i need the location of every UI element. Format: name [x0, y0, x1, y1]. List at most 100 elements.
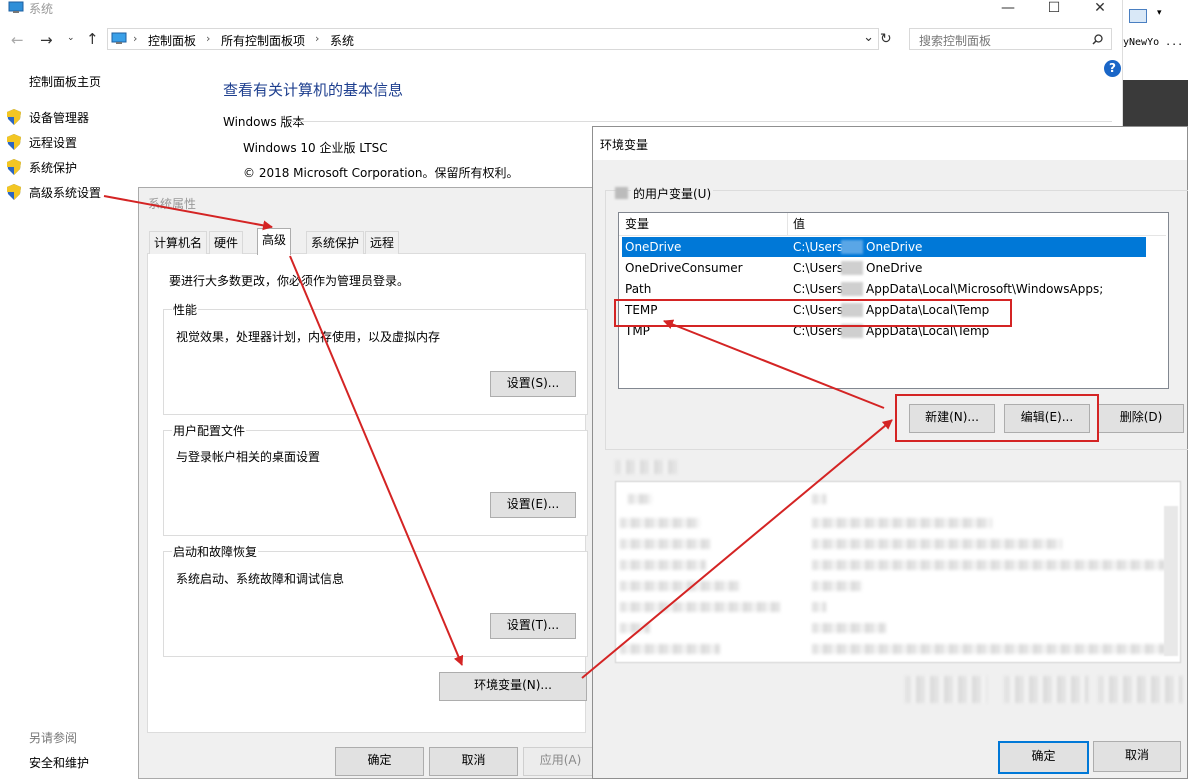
redacted-edit-system-variable-button[interactable]: [1004, 676, 1088, 703]
startup-recovery-settings-button[interactable]: 设置(T)...: [490, 613, 576, 639]
startup-recovery-desc: 系统启动、系统故障和调试信息: [176, 572, 345, 586]
copyright-text: © 2018 Microsoft Corporation。保留所有权利。: [243, 166, 519, 180]
performance-group: 性能 视觉效果，处理器计划，内存使用，以及虚拟内存 设置(S)...: [163, 301, 588, 415]
table-row[interactable]: OneDrive C:\Users OneDrive: [622, 237, 1146, 257]
table-row[interactable]: OneDriveConsumer C:\Users OneDrive: [622, 258, 1146, 278]
user-variables-label: 的用户变量(U): [631, 185, 714, 202]
search-input[interactable]: 搜索控制面板: [909, 28, 1112, 50]
redacted-delete-system-variable-button[interactable]: [1098, 676, 1182, 703]
recent-dropdown-icon[interactable]: ⌄: [67, 33, 75, 43]
performance-settings-button[interactable]: 设置(S)...: [490, 371, 576, 397]
windows-edition-value: Windows 10 企业版 LTSC: [243, 141, 388, 155]
address-dropdown-icon[interactable]: ⌄: [863, 30, 874, 45]
maximize-button[interactable]: ☐: [1031, 0, 1077, 16]
address-bar[interactable]: › 控制面板 › 所有控制面板项 › 系统 ⌄: [107, 28, 879, 50]
dark-panel: [1123, 80, 1188, 126]
monitor-icon: [1129, 9, 1147, 23]
user-profiles-settings-button[interactable]: 设置(E)...: [490, 492, 576, 518]
system-variables-list[interactable]: [615, 481, 1181, 663]
performance-label: 性能: [172, 301, 199, 318]
shield-icon: [7, 134, 21, 150]
redacted-text: [620, 644, 720, 654]
scrollbar[interactable]: [1164, 506, 1178, 656]
ok-button[interactable]: 确定: [335, 747, 424, 776]
cancel-button[interactable]: 取消: [429, 747, 518, 776]
search-icon: [1092, 34, 1103, 45]
breadcrumb-separator-icon: ›: [315, 32, 320, 45]
variable-value-prefix: C:\Users: [793, 240, 844, 254]
close-button[interactable]: ✕: [1077, 0, 1123, 16]
variable-value-suffix: OneDrive: [866, 240, 923, 254]
breadcrumb-all-items[interactable]: 所有控制面板项: [221, 32, 305, 49]
breadcrumb-control-panel[interactable]: 控制面板: [148, 32, 196, 49]
column-header-value[interactable]: 值: [793, 213, 805, 235]
startup-recovery-group: 启动和故障恢复 系统启动、系统故障和调试信息 设置(T)...: [163, 543, 588, 657]
user-profiles-desc: 与登录帐户相关的桌面设置: [176, 450, 321, 464]
redacted-text: [812, 644, 1172, 654]
tab-advanced[interactable]: 高级: [257, 228, 292, 255]
startup-recovery-label: 启动和故障恢复: [172, 543, 259, 560]
sidebar-item-remote-settings[interactable]: 远程设置: [29, 134, 77, 151]
variable-name: Path: [625, 282, 652, 296]
environment-variables-dialog: 环境变量 的用户变量(U) 变量 值 OneDrive C:\Users One…: [592, 126, 1188, 779]
delete-variable-button[interactable]: 删除(D): [1098, 404, 1184, 433]
redacted-username: [841, 240, 863, 254]
variable-value-suffix: OneDrive: [866, 261, 923, 275]
control-panel-home-link[interactable]: 控制面板主页: [29, 73, 101, 90]
refresh-icon[interactable]: ↻: [880, 31, 892, 47]
user-profiles-group: 用户配置文件 与登录帐户相关的桌面设置 设置(E)...: [163, 422, 588, 536]
redacted-text: [812, 560, 1172, 570]
dropdown-icon[interactable]: ▾: [1157, 8, 1162, 18]
background-window: ▾ yNewYo ...: [1122, 0, 1188, 126]
redacted-text: [620, 602, 780, 612]
breadcrumb-separator-icon: ›: [133, 32, 138, 45]
redacted-username: [841, 282, 863, 296]
column-divider: [787, 213, 788, 235]
environment-variables-button[interactable]: 环境变量(N)...: [439, 672, 587, 701]
computer-icon: [8, 1, 24, 13]
breadcrumb-system[interactable]: 系统: [330, 32, 354, 49]
redacted-new-system-variable-button[interactable]: [905, 676, 987, 703]
minimize-button[interactable]: —: [985, 0, 1031, 16]
variable-name: OneDrive: [625, 240, 682, 254]
sidebar-item-advanced-settings[interactable]: 高级系统设置: [29, 184, 101, 201]
control-panel-icon: [111, 32, 127, 44]
variable-name: OneDriveConsumer: [625, 261, 743, 275]
tab-system-protection[interactable]: 系统保护: [306, 231, 365, 254]
search-placeholder: 搜索控制面板: [919, 34, 992, 48]
variable-value-prefix: C:\Users: [793, 282, 844, 296]
background-tab-text: yNewYo ...: [1123, 34, 1188, 52]
user-profiles-label: 用户配置文件: [172, 422, 247, 439]
dialog-title: 系统属性: [148, 197, 197, 211]
tab-computer-name[interactable]: 计算机名: [149, 231, 208, 254]
shield-icon: [7, 184, 21, 200]
redacted-text: [620, 581, 740, 591]
variable-value-prefix: C:\Users: [793, 261, 844, 275]
redacted-text: [620, 623, 650, 633]
page-title: 查看有关计算机的基本信息: [223, 81, 404, 99]
help-icon[interactable]: ?: [1104, 60, 1121, 77]
back-arrow-icon[interactable]: ←: [11, 31, 24, 49]
tab-remote[interactable]: 远程: [365, 231, 400, 254]
sidebar-item-device-manager[interactable]: 设备管理器: [29, 109, 89, 126]
redacted-text: [812, 518, 992, 528]
redacted-username: [615, 187, 628, 199]
security-maintenance-link[interactable]: 安全和维护: [29, 754, 89, 771]
tab-hardware[interactable]: 硬件: [209, 231, 244, 254]
column-header-variable[interactable]: 变量: [625, 213, 649, 235]
redacted-text: [812, 581, 862, 591]
table-row[interactable]: Path C:\Users AppData\Local\Microsoft\Wi…: [622, 279, 1146, 299]
redacted-text: [628, 494, 652, 504]
admin-note: 要进行大多数更改，你必须作为管理员登录。: [169, 274, 410, 288]
redacted-text: [812, 623, 886, 633]
see-also-heading: 另请参阅: [29, 731, 78, 745]
env-ok-button[interactable]: 确定: [998, 741, 1089, 774]
temp-row-highlight: [614, 299, 1012, 327]
redacted-text: [620, 560, 706, 570]
apply-button[interactable]: 应用(A): [523, 747, 598, 776]
up-arrow-icon[interactable]: ↑: [86, 30, 99, 48]
redacted-text: [620, 539, 710, 549]
env-cancel-button[interactable]: 取消: [1093, 741, 1181, 772]
sidebar-item-system-protection[interactable]: 系统保护: [29, 159, 77, 176]
forward-arrow-icon[interactable]: →: [40, 31, 53, 49]
